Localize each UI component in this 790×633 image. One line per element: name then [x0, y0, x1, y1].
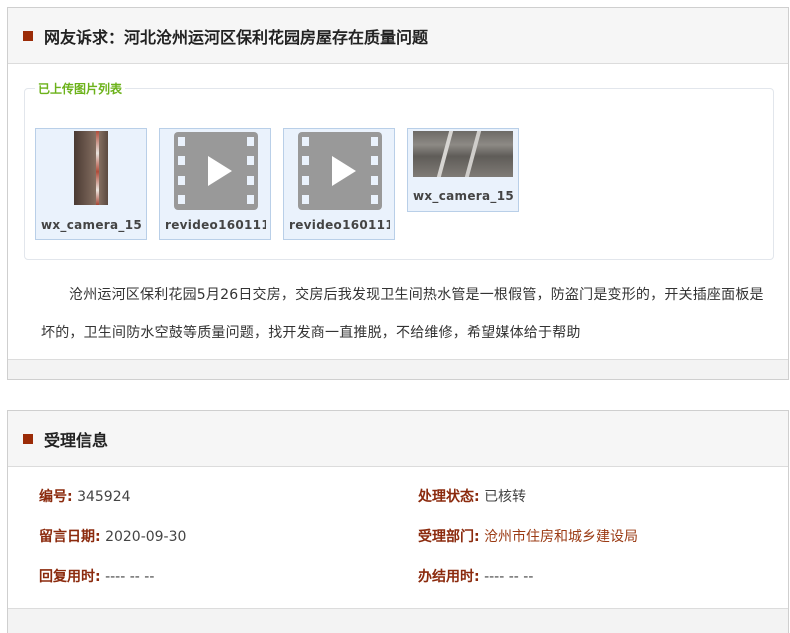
- info-dept-label: 受理部门:: [418, 529, 480, 545]
- info-number-value: 345924: [77, 489, 131, 505]
- info-date-row: 留言日期: 2020-09-30: [39, 527, 186, 547]
- photo-thumbnail-icon: [413, 131, 513, 177]
- complaint-panel: 网友诉求：河北沧州运河区保利花园房屋存在质量问题 已上传图片列表 wx_came…: [7, 7, 789, 380]
- video-play-icon: [174, 132, 258, 210]
- video-play-icon: [298, 132, 382, 210]
- complaint-footer-bar: [8, 359, 788, 379]
- acceptance-info-header: 受理信息: [8, 411, 788, 467]
- photo-thumbnail-icon: [74, 131, 108, 205]
- attachment-thumbnail-3[interactable]: revideo1601119: [283, 128, 395, 240]
- info-number-row: 编号: 345924: [39, 487, 131, 507]
- acceptance-info-panel: 受理信息 编号: 345924 处理状态: 已核转 留言日期: 2020-09-…: [7, 410, 789, 633]
- info-number-label: 编号:: [39, 489, 73, 505]
- info-reply-label: 回复用时:: [39, 569, 101, 585]
- complaint-title: 网友诉求：河北沧州运河区保利花园房屋存在质量问题: [44, 27, 429, 47]
- attachment-caption: revideo1601119: [289, 218, 390, 232]
- info-dept-row: 受理部门: 沧州市住房和城乡建设局: [418, 527, 638, 547]
- attachment-thumbnail-1[interactable]: wx_camera_1595: [35, 128, 147, 240]
- uploaded-images-fieldset: 已上传图片列表 wx_camera_1595 revideo1601119: [24, 81, 774, 260]
- attachment-caption: revideo1601119: [165, 218, 266, 232]
- complaint-header: 网友诉求：河北沧州运河区保利花园房屋存在质量问题: [8, 8, 788, 64]
- info-reply-value: ---- -- --: [105, 569, 155, 585]
- info-status-value: 已核转: [484, 489, 527, 505]
- info-dept-link[interactable]: 沧州市住房和城乡建设局: [484, 529, 638, 545]
- acceptance-info-footer-bar: [8, 608, 788, 633]
- info-status-row: 处理状态: 已核转: [418, 487, 526, 507]
- info-date-value: 2020-09-30: [105, 529, 187, 545]
- info-finish-row: 办结用时: ---- -- --: [418, 567, 533, 587]
- info-date-label: 留言日期:: [39, 529, 101, 545]
- info-finish-value: ---- -- --: [484, 569, 534, 585]
- attachment-caption: wx_camera_1595: [413, 189, 514, 203]
- info-reply-row: 回复用时: ---- -- --: [39, 567, 154, 587]
- complaint-body-text: 沧州运河区保利花园5月26日交房，交房后我发现卫生间热水管是一根假管，防盗门是变…: [41, 287, 764, 341]
- info-status-label: 处理状态:: [418, 489, 480, 505]
- attachment-thumbnail-4[interactable]: wx_camera_1595: [407, 128, 519, 212]
- acceptance-info-title: 受理信息: [44, 430, 109, 450]
- info-finish-label: 办结用时:: [418, 569, 480, 585]
- header-square-icon: [23, 30, 33, 41]
- attachment-thumbnail-2[interactable]: revideo1601119: [159, 128, 271, 240]
- header-square-icon: [23, 433, 33, 444]
- uploaded-images-legend: 已上传图片列表: [35, 81, 126, 97]
- attachment-caption: wx_camera_1595: [41, 218, 142, 232]
